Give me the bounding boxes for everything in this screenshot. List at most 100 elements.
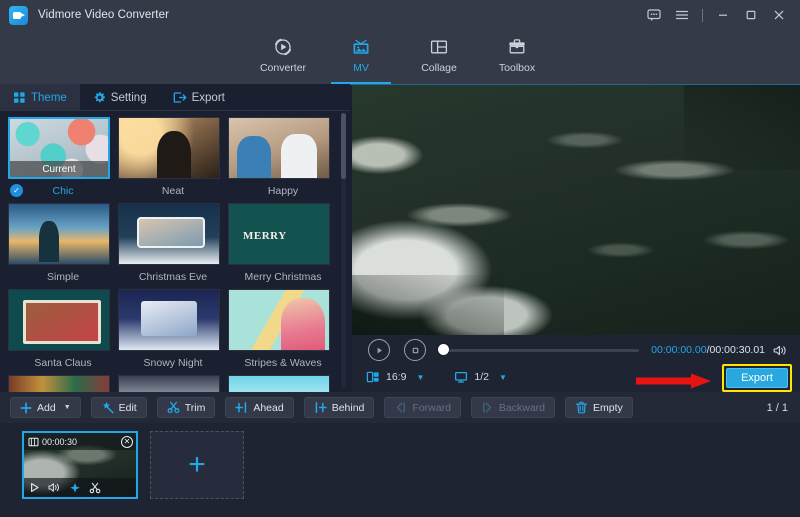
theme-thumbnail[interactable] [8,203,110,265]
minimize-icon[interactable] [710,2,736,28]
trim-button[interactable]: Trim [156,397,216,418]
clip-toolbar: Add ▼ Edit Trim Ahead Behind Forward Bac… [0,392,800,423]
forward-button[interactable]: Forward [384,397,461,418]
insert-ahead-icon [235,401,248,414]
theme-item-neat[interactable]: Neat [118,117,228,203]
theme-item-happy[interactable]: Happy [228,117,338,203]
theme-item-stripes-and-waves[interactable]: Stripes & Waves [228,289,338,375]
maximize-icon[interactable] [738,2,764,28]
selected-check-icon: ✓ [10,184,23,197]
move-backward-icon [481,401,494,414]
clip-play-icon[interactable] [29,482,40,493]
theme-thumbnail[interactable] [118,289,220,351]
clip-timeline: 00:00:30 ✕ + [0,423,800,517]
theme-item-row4-b[interactable] [118,375,228,392]
theme-thumbnail[interactable] [118,203,220,265]
feedback-icon[interactable] [641,2,667,28]
theme-item-snowy-night[interactable]: Snowy Night [118,289,228,375]
clip-scissors-icon[interactable] [89,482,101,494]
theme-item-christmas-eve[interactable]: Christmas Eve [118,203,228,289]
playback-progress-slider[interactable] [438,344,640,355]
collage-icon [428,35,450,59]
insert-behind-icon [314,401,327,414]
tab-export[interactable]: Export [160,84,238,111]
theme-thumbnail[interactable] [228,289,330,351]
screen-size-control[interactable]: 1/2 ▼ [454,370,507,384]
theme-art [119,376,219,392]
export-button-highlight: Export [722,364,792,392]
chevron-down-icon[interactable]: ▼ [499,373,507,382]
theme-label: Christmas Eve [138,271,208,283]
edit-label: Edit [118,401,137,414]
theme-label: Stripes & Waves [244,357,322,369]
close-icon[interactable] [766,2,792,28]
theme-label: Happy [267,185,299,197]
nav-label-mv: MV [353,62,369,74]
theme-item-santa-claus[interactable]: Santa Claus [8,289,118,375]
theme-item-row4-a[interactable] [8,375,118,392]
theme-label: Simple [46,271,80,283]
screen-icon [454,370,468,384]
current-time: 00:00:00.00 [651,344,707,356]
chevron-down-icon[interactable]: ▼ [64,404,71,411]
nav-item-converter[interactable]: Converter [244,30,322,84]
forward-label: Forward [412,401,451,414]
theme-thumbnail[interactable] [8,289,110,351]
vidmore-video-converter-window: Vidmore Video Converter Converter MV Col… [0,0,800,517]
theme-scrollbar-track[interactable] [341,113,346,388]
tab-setting[interactable]: Setting [80,84,160,111]
total-time: 00:00:30.01 [709,344,765,356]
volume-icon[interactable] [773,344,788,357]
theme-thumbnail[interactable] [118,375,220,392]
behind-button[interactable]: Behind [303,397,375,418]
video-preview[interactable] [352,85,800,335]
aspect-ratio-value: 16:9 [386,371,407,383]
theme-label: Neat [161,185,185,197]
backward-label: Backward [498,401,546,414]
theme-thumbnail[interactable] [228,375,330,392]
tab-theme[interactable]: Theme [0,84,80,111]
play-button[interactable] [368,339,390,361]
add-clip-slot[interactable]: + [150,431,244,499]
theme-thumbnail[interactable] [228,203,330,265]
export-button[interactable]: Export [726,368,788,388]
toolbox-icon [506,35,528,59]
add-button[interactable]: Add ▼ [10,397,81,418]
theme-thumbnail[interactable] [118,117,220,179]
left-panel-tabs: Theme Setting Export [0,84,350,111]
theme-caption: Snowy Night [118,351,228,375]
nav-item-mv[interactable]: MV [322,30,400,84]
aspect-ratio-control[interactable]: 16:9 ▼ [366,370,424,384]
nav-item-collage[interactable]: Collage [400,30,478,84]
theme-item-chic[interactable]: Current ✓ Chic [8,117,118,203]
theme-thumbnail[interactable]: Current [8,117,110,179]
theme-item-row4-c[interactable] [228,375,338,392]
theme-art [229,290,329,350]
converter-icon [272,35,294,59]
clip-close-icon[interactable]: ✕ [121,435,133,448]
stop-button[interactable] [404,339,426,361]
clip-effect-star-icon[interactable] [69,482,81,494]
theme-scrollbar-thumb[interactable] [341,113,346,179]
edit-button[interactable]: Edit [90,397,147,418]
theme-thumbnail[interactable] [228,117,330,179]
theme-item-simple[interactable]: Simple [8,203,118,289]
theme-thumbnail[interactable] [8,375,110,392]
theme-item-merry-christmas[interactable]: Merry Christmas [228,203,338,289]
plus-icon: + [188,448,206,481]
progress-knob[interactable] [438,344,449,355]
app-logo-icon [9,5,28,25]
backward-button[interactable]: Backward [470,397,556,418]
clip-volume-icon[interactable] [48,482,61,493]
theme-caption: Santa Claus [8,351,118,375]
ahead-button[interactable]: Ahead [225,397,294,418]
nav-label-collage: Collage [421,62,457,74]
nav-item-toolbox[interactable]: Toolbox [478,30,556,84]
title-bar: Vidmore Video Converter [0,0,800,30]
theme-art [9,204,109,264]
empty-button[interactable]: Empty [565,397,633,418]
timeline-clip[interactable]: 00:00:30 ✕ [22,431,138,499]
preview-shade-top-right [683,85,800,170]
menu-icon[interactable] [669,2,695,28]
chevron-down-icon[interactable]: ▼ [416,373,424,382]
